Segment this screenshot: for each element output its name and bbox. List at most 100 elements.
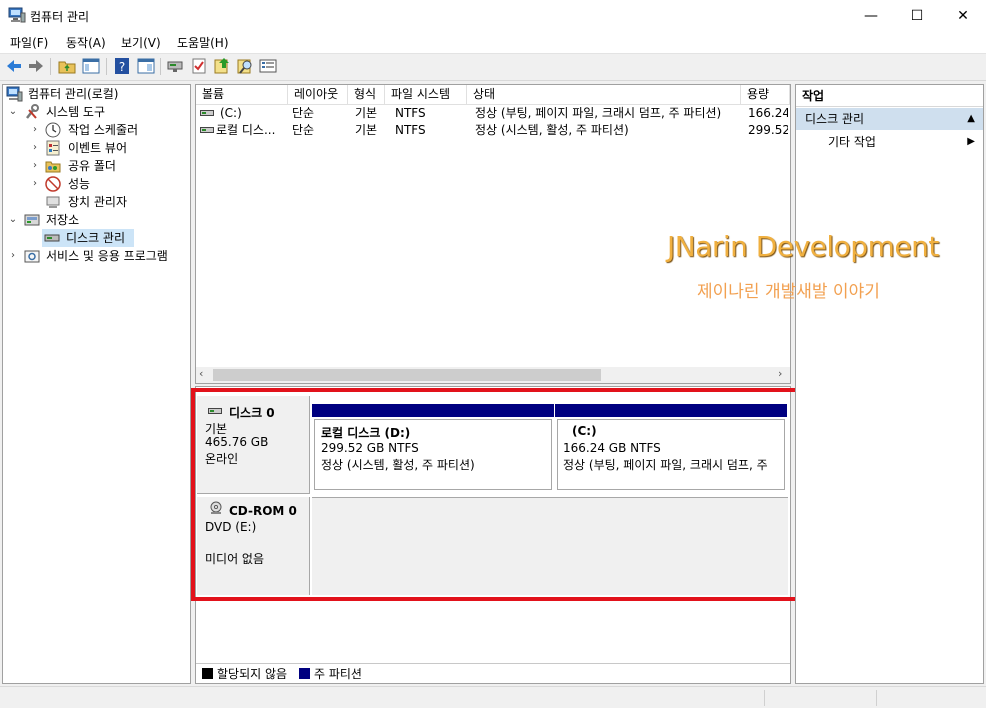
legend-primary: 주 파티션 bbox=[314, 667, 362, 681]
properties-icon[interactable] bbox=[137, 57, 155, 75]
toolbar-separator bbox=[160, 58, 161, 75]
cell-status: 정상 (시스템, 활성, 주 파티션) bbox=[475, 123, 629, 137]
column-header-status[interactable]: 상태 bbox=[467, 85, 741, 105]
actions-section-label: 디스크 관리 bbox=[805, 112, 865, 126]
tree-label-storage: 저장소 bbox=[46, 213, 80, 227]
volume-icon bbox=[200, 110, 214, 116]
services-icon bbox=[24, 250, 40, 263]
help-icon[interactable]: ? bbox=[113, 57, 131, 75]
device-manager-icon bbox=[46, 196, 60, 208]
cell-type: 기본 bbox=[355, 123, 378, 137]
tree-label-root: 컴퓨터 관리(로컬) bbox=[28, 87, 119, 101]
close-button[interactable]: ✕ bbox=[940, 0, 986, 31]
watermark-title: JNarin Development bbox=[667, 230, 939, 263]
actions-more-label: 기타 작업 bbox=[828, 135, 876, 149]
collapse-up-icon[interactable]: ▲ bbox=[967, 108, 975, 130]
actions-section-disk-management[interactable]: 디스크 관리 ▲ bbox=[796, 108, 983, 130]
tree-label-shared-folders: 공유 폴더 bbox=[68, 159, 116, 173]
storage-icon bbox=[24, 214, 40, 226]
tree-label-performance: 성능 bbox=[68, 177, 91, 191]
tree-label-event-viewer: 이벤트 뷰어 bbox=[68, 141, 128, 155]
chevron-right-icon[interactable]: › bbox=[8, 247, 18, 265]
menu-file[interactable]: 파일(F) bbox=[10, 34, 48, 51]
scrollbar-thumb[interactable] bbox=[213, 369, 601, 381]
cell-file-system: NTFS bbox=[395, 123, 426, 137]
disk-drive-icon bbox=[44, 234, 60, 242]
computer-management-icon bbox=[6, 86, 23, 102]
chevron-down-icon[interactable]: ⌄ bbox=[8, 103, 18, 121]
title-bar: 컴퓨터 관리 — ☐ ✕ bbox=[0, 0, 986, 31]
forward-icon[interactable] bbox=[27, 57, 45, 75]
highlight-box bbox=[191, 388, 801, 601]
up-folder-icon[interactable] bbox=[58, 57, 76, 75]
chevron-right-icon[interactable]: › bbox=[30, 175, 40, 193]
horizontal-scrollbar[interactable]: ‹ › bbox=[196, 367, 790, 383]
scroll-right-icon[interactable]: › bbox=[778, 367, 782, 380]
computer-management-icon bbox=[8, 7, 26, 23]
column-header-file-system[interactable]: 파일 시스템 bbox=[385, 85, 467, 105]
tree-label-disk-management: 디스크 관리 bbox=[66, 231, 126, 245]
submenu-arrow-icon: ▶ bbox=[967, 136, 975, 147]
tree-label-task-scheduler: 작업 스케줄러 bbox=[68, 123, 139, 137]
table-row[interactable]: 로컬 디스... 단순 기본 NTFS 정상 (시스템, 활성, 주 파티션) … bbox=[196, 122, 790, 139]
tree-label-device-manager: 장치 관리자 bbox=[68, 195, 128, 209]
clock-icon bbox=[45, 122, 61, 138]
scroll-left-icon[interactable]: ‹ bbox=[199, 367, 203, 380]
check-icon[interactable] bbox=[190, 57, 208, 75]
window-title: 컴퓨터 관리 bbox=[30, 10, 90, 24]
status-bar bbox=[0, 686, 986, 708]
list-icon[interactable] bbox=[259, 57, 277, 75]
watermark-subtitle: 제이나린 개발새발 이야기 bbox=[697, 282, 880, 302]
actions-more[interactable]: 기타 작업 ▶ bbox=[796, 132, 983, 152]
unallocated-swatch bbox=[202, 668, 213, 679]
table-row[interactable]: (C:) 단순 기본 NTFS 정상 (부팅, 페이지 파일, 크래시 덤프, … bbox=[196, 105, 790, 122]
find-icon[interactable] bbox=[236, 57, 254, 75]
column-header-layout[interactable]: 레이아웃 bbox=[288, 85, 348, 105]
tree-item-disk-management[interactable]: 디스크 관리 bbox=[42, 229, 134, 247]
svg-text:?: ? bbox=[119, 60, 125, 74]
navigation-tree: 컴퓨터 관리(로컬) ⌄ 시스템 도구 › 작업 스케줄러 › 이벤트 뷰어 ›… bbox=[2, 84, 191, 684]
maximize-button[interactable]: ☐ bbox=[894, 0, 940, 31]
toolbar-separator bbox=[50, 58, 51, 75]
chevron-right-icon[interactable]: › bbox=[30, 139, 40, 157]
shared-folder-icon bbox=[45, 161, 61, 173]
back-icon[interactable] bbox=[5, 57, 23, 75]
chevron-right-icon[interactable]: › bbox=[30, 157, 40, 175]
chevron-right-icon[interactable]: › bbox=[30, 121, 40, 139]
cell-layout: 단순 bbox=[292, 123, 315, 137]
cell-capacity: 299.52 bbox=[748, 123, 788, 137]
primary-partition-swatch bbox=[299, 668, 310, 679]
legend-unallocated: 할당되지 않음 bbox=[217, 667, 288, 681]
export-icon[interactable] bbox=[213, 57, 231, 75]
cell-layout: 단순 bbox=[292, 106, 315, 120]
tree-label-services: 서비스 및 응용 프로그램 bbox=[46, 249, 168, 263]
legend: 할당되지 않음 주 파티션 bbox=[196, 663, 790, 682]
status-divider bbox=[876, 690, 877, 706]
actions-pane: 작업 디스크 관리 ▲ 기타 작업 ▶ bbox=[795, 84, 984, 684]
cell-file-system: NTFS bbox=[395, 106, 426, 120]
cell-capacity: 166.24 bbox=[748, 106, 788, 120]
performance-icon bbox=[45, 176, 61, 192]
toolbar-separator bbox=[106, 58, 107, 75]
actions-title: 작업 bbox=[796, 85, 983, 107]
menu-action[interactable]: 동작(A) bbox=[66, 34, 106, 51]
menu-help[interactable]: 도움말(H) bbox=[177, 34, 229, 51]
chevron-down-icon[interactable]: ⌄ bbox=[8, 211, 18, 229]
status-divider bbox=[764, 690, 765, 706]
column-header-volume[interactable]: 볼륨 bbox=[196, 85, 288, 105]
show-hide-tree-icon[interactable] bbox=[82, 57, 100, 75]
cell-type: 기본 bbox=[355, 106, 378, 120]
column-header-type[interactable]: 형식 bbox=[348, 85, 385, 105]
cell-status: 정상 (부팅, 페이지 파일, 크래시 덤프, 주 파티션) bbox=[475, 106, 722, 120]
computer-management-window: 컴퓨터 관리 — ☐ ✕ 파일(F) 동작(A) 보기(V) 도움말(H) ? bbox=[0, 0, 986, 708]
column-header-capacity[interactable]: 용량 bbox=[741, 85, 790, 105]
event-viewer-icon bbox=[46, 140, 60, 156]
menu-view[interactable]: 보기(V) bbox=[121, 34, 161, 51]
connect-icon[interactable] bbox=[166, 57, 184, 75]
cell-volume: (C:) bbox=[220, 106, 242, 120]
minimize-button[interactable]: — bbox=[848, 0, 894, 31]
tools-icon bbox=[26, 104, 39, 119]
volume-icon bbox=[200, 127, 214, 133]
tree-label-system-tools: 시스템 도구 bbox=[46, 105, 106, 119]
cell-volume: 로컬 디스... bbox=[216, 123, 276, 137]
